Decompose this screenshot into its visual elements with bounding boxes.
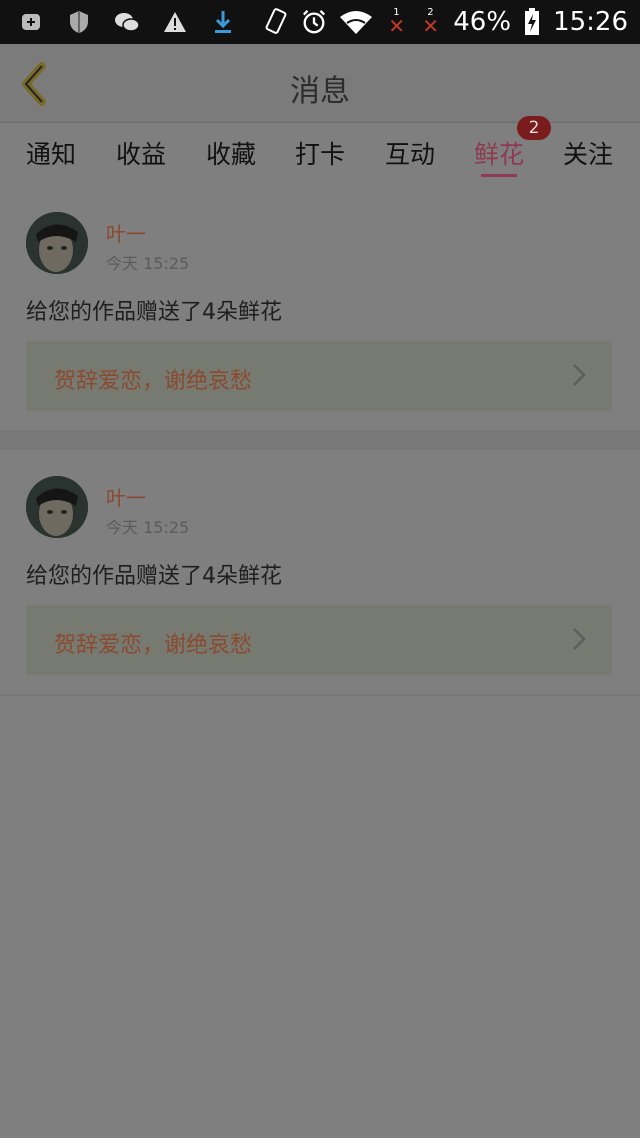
work-quote-text: 贺辞爱恋，谢绝哀愁 — [54, 369, 253, 394]
sim1-no-signal-icon: 1 ✕ — [388, 7, 406, 38]
warning-icon — [162, 9, 188, 35]
tab-following[interactable]: 关注 — [563, 135, 613, 171]
status-bar: 1 ✕ 2 ✕ 46% 15:26 — [0, 0, 640, 44]
chevron-right-icon — [573, 628, 586, 650]
work-quote-link[interactable]: 贺辞爱恋，谢绝哀愁 — [26, 341, 612, 411]
tab-favorites[interactable]: 收藏 — [206, 135, 256, 171]
download-icon — [210, 9, 236, 35]
title-bar: 消息 — [0, 44, 640, 123]
message-text: 给您的作品赠送了4朵鲜花 — [26, 300, 282, 325]
work-quote-text: 贺辞爱恋，谢绝哀愁 — [54, 633, 253, 658]
tab-checkin[interactable]: 打卡 — [295, 135, 345, 171]
sender-name[interactable]: 叶一 — [106, 218, 146, 247]
message-time: 今天 15:25 — [106, 254, 190, 273]
tab-interactions[interactable]: 互动 — [385, 135, 435, 171]
tab-notifications[interactable]: 通知 — [26, 135, 76, 171]
active-tab-indicator — [481, 174, 517, 177]
message-card: 叶一 今天 15:25 给您的作品赠送了4朵鲜花 贺辞爱恋，谢绝哀愁 — [0, 186, 640, 428]
avatar[interactable] — [26, 476, 88, 538]
message-text: 给您的作品赠送了4朵鲜花 — [26, 564, 282, 589]
battery-charging-icon — [523, 8, 541, 35]
tab-flowers[interactable]: 鲜花 — [474, 135, 524, 171]
work-quote-link[interactable]: 贺辞爱恋，谢绝哀愁 — [26, 605, 612, 675]
sender-name[interactable]: 叶一 — [106, 482, 146, 511]
card-divider — [0, 430, 640, 450]
wechat-icon — [114, 9, 140, 35]
screen-rotate-icon — [263, 8, 289, 35]
sim2-no-signal-icon: 2 ✕ — [422, 7, 440, 38]
avatar[interactable] — [26, 212, 88, 274]
message-card: 叶一 今天 15:25 给您的作品赠送了4朵鲜花 贺辞爱恋，谢绝哀愁 — [0, 450, 640, 692]
clock: 15:26 — [553, 7, 628, 37]
alarm-icon — [301, 9, 327, 35]
card-divider — [0, 694, 640, 696]
wifi-icon — [339, 9, 373, 35]
flowers-unread-badge: 2 — [517, 116, 551, 140]
page-title: 消息 — [290, 74, 350, 109]
app-notification-icon — [18, 9, 44, 35]
message-time: 今天 15:25 — [106, 518, 190, 537]
shield-icon — [66, 9, 92, 35]
tab-earnings[interactable]: 收益 — [116, 135, 166, 171]
chevron-right-icon — [573, 364, 586, 386]
battery-percent: 46% — [453, 7, 512, 37]
